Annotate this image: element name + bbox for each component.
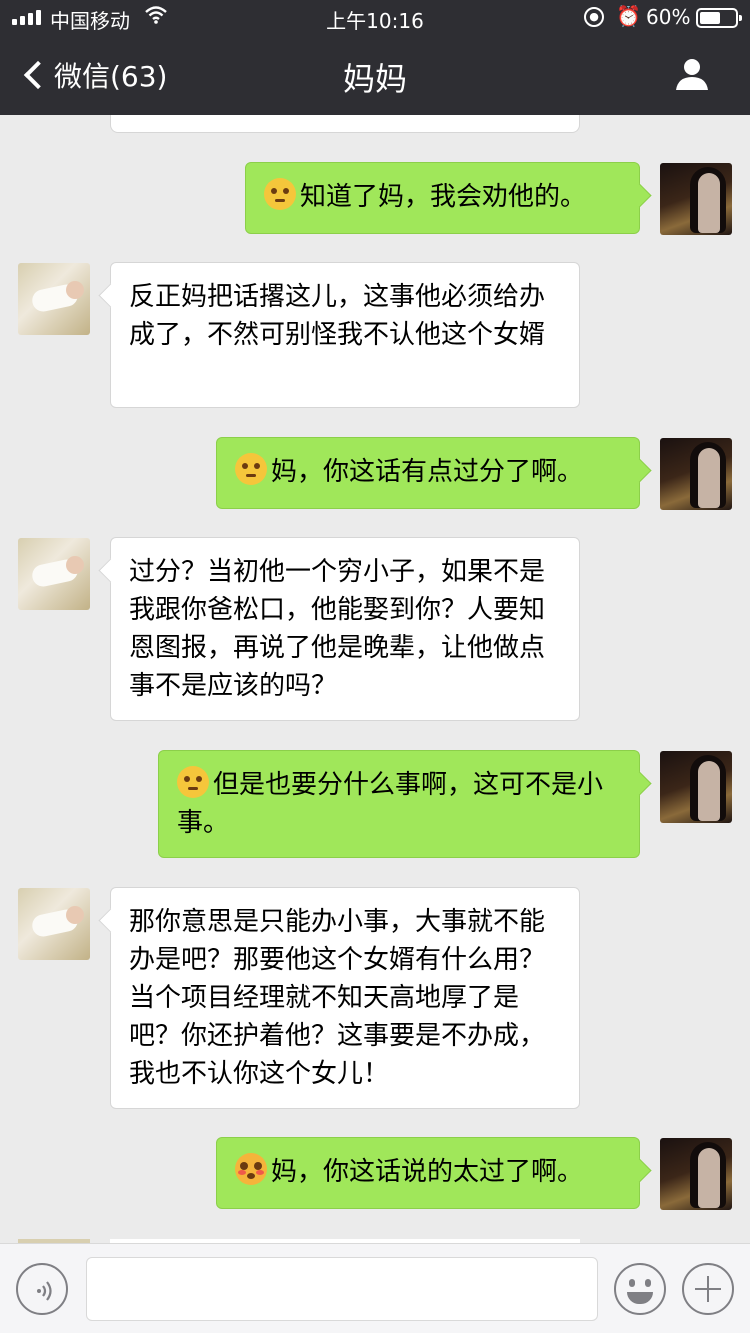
battery-icon	[696, 8, 742, 28]
profile-button[interactable]	[674, 56, 710, 92]
sent-message-bubble[interactable]: 知道了妈，我会劝他的。	[245, 162, 640, 234]
message-text: 反正妈把话撂这儿，这事他必须给办成了，不然可别怪我不认他这个女婿	[129, 282, 546, 350]
rotation-lock-icon: ●	[584, 7, 604, 27]
my-avatar[interactable]	[660, 751, 732, 823]
emoji-button[interactable]	[614, 1263, 666, 1315]
top-bar: 中国移动 上午10:16 ● ⏰ 60% 微信(63) 妈妈	[0, 0, 750, 115]
message-input[interactable]	[86, 1257, 598, 1321]
received-message-bubble[interactable]: 过分？当初他一个穷小子，如果不是我跟你爸松口，他能娶到你？人要知恩图报，再说了他…	[110, 537, 580, 721]
chat-title: 妈妈	[342, 60, 407, 98]
message-text: 那你意思是只能办小事，大事就不能办是吧？那要他这个女婿有什么用？当个项目经理就不…	[129, 907, 546, 1089]
sweat-smile-emoji	[177, 766, 209, 798]
message-text: 过分？当初他一个穷小子，如果不是我跟你爸松口，他能娶到你？人要知恩图报，再说了他…	[129, 557, 546, 701]
battery-percentage: 60%	[646, 5, 691, 29]
sweat-smile-emoji	[264, 178, 296, 210]
voice-button[interactable]	[16, 1263, 68, 1315]
received-message-bubble[interactable]: 反正妈把话撂这儿，这事他必须给办成了，不然可别怪我不认他这个女婿	[110, 262, 580, 408]
flushed-emoji	[235, 1153, 267, 1185]
mom-avatar[interactable]	[18, 263, 90, 335]
nav-bar: 微信(63) 妈妈	[0, 36, 750, 115]
voice-icon	[37, 1281, 52, 1301]
alarm-icon: ⏰	[616, 4, 641, 28]
mom-avatar[interactable]	[18, 538, 90, 610]
sent-message-bubble[interactable]: 但是也要分什么事啊，这可不是小事。	[158, 750, 640, 858]
battery-fill	[700, 12, 720, 24]
emoji-icon	[629, 1279, 635, 1287]
sent-message-bubble[interactable]: 妈，你这话有点过分了啊。	[216, 437, 640, 509]
input-bar	[0, 1243, 750, 1333]
my-avatar[interactable]	[660, 163, 732, 235]
message-text: 知道了妈，我会劝他的。	[300, 182, 587, 212]
chat-area[interactable]: 知道了妈，我会劝他的。 反正妈把话撂这儿，这事他必须给办成了，不然可别怪我不认他…	[0, 115, 750, 1243]
mom-avatar[interactable]	[18, 888, 90, 960]
my-avatar[interactable]	[660, 438, 732, 510]
my-avatar[interactable]	[660, 1138, 732, 1210]
message-text: 但是也要分什么事啊，这可不是小事。	[177, 770, 604, 838]
sent-message-bubble[interactable]: 妈，你这话说的太过了啊。	[216, 1137, 640, 1209]
previous-message-bubble	[110, 115, 580, 133]
plus-button[interactable]	[682, 1263, 734, 1315]
received-message-bubble[interactable]: 那你意思是只能办小事，大事就不能办是吧？那要他这个女婿有什么用？当个项目经理就不…	[110, 887, 580, 1109]
status-bar: 中国移动 上午10:16 ● ⏰ 60%	[0, 0, 750, 36]
sweat-smile-emoji	[235, 453, 267, 485]
message-text: 妈，你这话说的太过了啊。	[271, 1157, 584, 1187]
profile-icon	[676, 59, 708, 90]
message-text: 妈，你这话有点过分了啊。	[271, 457, 584, 487]
